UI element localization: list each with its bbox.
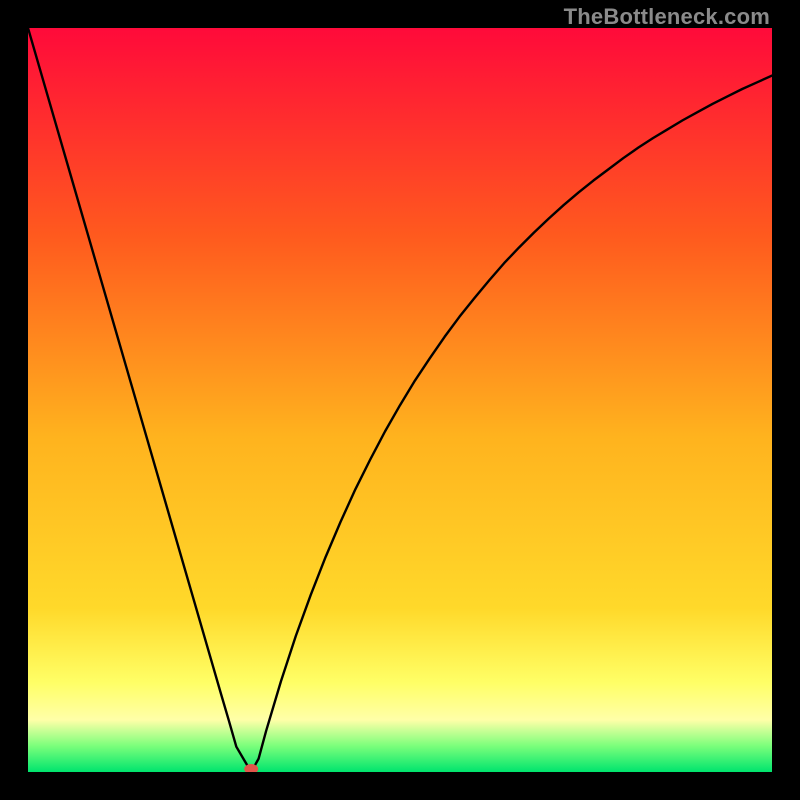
chart-frame <box>28 28 772 772</box>
watermark-text: TheBottleneck.com <box>564 4 770 30</box>
bottleneck-curve-plot <box>28 28 772 772</box>
gradient-background <box>28 28 772 772</box>
